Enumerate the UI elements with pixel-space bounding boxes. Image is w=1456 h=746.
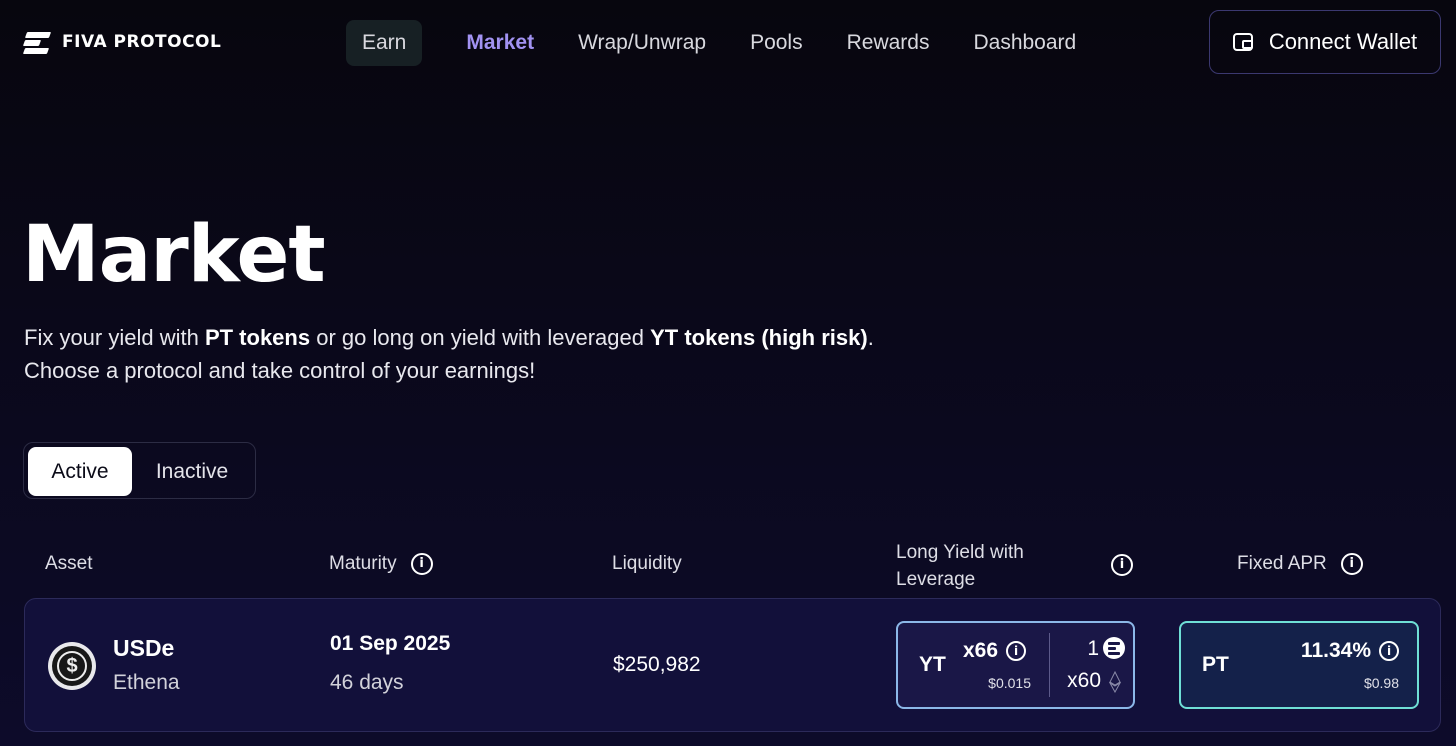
- asset-name: USDe: [113, 635, 175, 661]
- points-multiplier: x60: [1067, 669, 1101, 692]
- maturity-days: 46 days: [330, 671, 404, 694]
- divider: [1049, 633, 1050, 697]
- yt-price: $0.015: [988, 675, 1031, 691]
- pt-label: PT: [1202, 653, 1229, 676]
- usde-coin-icon: $: [48, 642, 96, 690]
- column-header-fixed-apr[interactable]: Fixed APR i: [1237, 553, 1363, 575]
- nav-rewards[interactable]: Rewards: [831, 20, 946, 66]
- desc-text: Fix your yield with: [24, 325, 205, 350]
- yt-buy-button[interactable]: YT x66 i $0.015 1 x60: [896, 621, 1135, 709]
- status-filter-toggle: Active Inactive: [23, 442, 256, 499]
- brand-name: FIVA PROTOCOL: [62, 32, 222, 52]
- desc-text: or go long on yield with leveraged: [310, 325, 651, 350]
- info-icon[interactable]: i: [1340, 553, 1363, 575]
- fiva-logo-icon: [22, 30, 52, 54]
- info-icon[interactable]: i: [1111, 554, 1133, 576]
- pt-apr: 11.34% i: [1301, 639, 1399, 663]
- connect-wallet-button[interactable]: Connect Wallet: [1209, 10, 1441, 74]
- brand-logo[interactable]: FIVA PROTOCOL: [22, 30, 222, 54]
- pt-apr-value: 11.34%: [1300, 639, 1371, 662]
- description-line-2: Choose a protocol and take control of yo…: [24, 358, 536, 383]
- filter-inactive-tab[interactable]: Inactive: [136, 447, 248, 496]
- description-line-1: Fix your yield with PT tokens or go long…: [24, 321, 874, 354]
- asset-protocol: Ethena: [113, 671, 180, 694]
- yt-label: YT: [919, 653, 946, 676]
- info-icon[interactable]: i: [410, 553, 433, 575]
- maturity-date: 01 Sep 2025: [330, 632, 451, 655]
- nav-dashboard[interactable]: Dashboard: [957, 20, 1092, 66]
- liquidity-value: $250,982: [613, 653, 701, 676]
- page-title: Market: [22, 210, 326, 300]
- nav-earn[interactable]: Earn: [346, 20, 423, 66]
- long-yield-header-line-1: Long Yield with: [896, 542, 1024, 563]
- ethereum-icon: [1109, 671, 1121, 693]
- info-icon[interactable]: i: [1379, 641, 1399, 661]
- table-row[interactable]: $ USDe Ethena 01 Sep 2025 46 days $250,9…: [24, 598, 1441, 732]
- info-icon[interactable]: i: [1006, 641, 1027, 661]
- points-amount: 1: [1087, 637, 1099, 660]
- column-header-liquidity: Liquidity: [612, 553, 682, 574]
- maturity-header-label: Maturity: [329, 553, 397, 574]
- nav-pools[interactable]: Pools: [734, 20, 819, 66]
- top-header: FIVA PROTOCOL Earn Market Wrap/Unwrap Po…: [0, 0, 1456, 84]
- connect-wallet-label: Connect Wallet: [1268, 29, 1418, 54]
- desc-yt-tokens: YT tokens (high risk): [650, 325, 868, 350]
- column-header-asset: Asset: [45, 553, 93, 574]
- pt-price: $0.98: [1363, 675, 1399, 691]
- column-header-long-yield: Long Yield with Leverage: [896, 539, 1024, 593]
- page-description: Fix your yield with PT tokens or go long…: [24, 321, 874, 387]
- column-header-maturity[interactable]: Maturity i: [329, 553, 433, 575]
- desc-pt-tokens: PT tokens: [204, 325, 311, 350]
- filter-active-tab[interactable]: Active: [28, 447, 132, 496]
- yt-leverage: x66 i: [963, 639, 1027, 663]
- desc-text: .: [867, 325, 874, 350]
- nav-wrap-unwrap[interactable]: Wrap/Unwrap: [562, 20, 722, 66]
- long-yield-header-line-2: Leverage: [896, 569, 976, 590]
- pt-buy-button[interactable]: PT 11.34% i $0.98: [1179, 621, 1419, 709]
- fixed-apr-header-label: Fixed APR: [1237, 553, 1327, 574]
- yt-leverage-value: x66: [963, 639, 999, 662]
- wallet-icon: [1232, 33, 1253, 51]
- main-nav: Earn Market Wrap/Unwrap Pools Rewards Da…: [346, 20, 1104, 66]
- fiva-points-icon: [1103, 637, 1125, 659]
- nav-market[interactable]: Market: [450, 20, 550, 66]
